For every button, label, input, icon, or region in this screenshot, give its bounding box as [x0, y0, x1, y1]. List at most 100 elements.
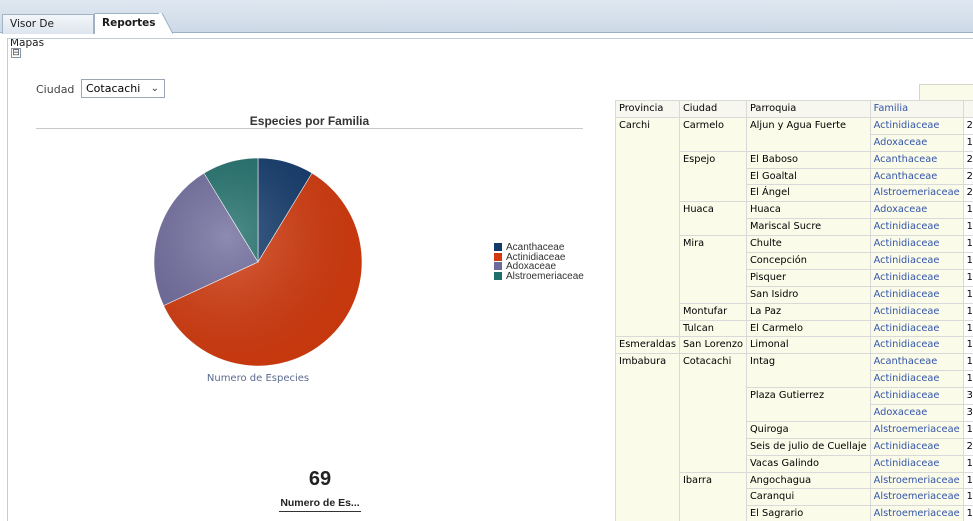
cell-numero-especies: 1: [962, 319, 973, 338]
pie-legend: Acanthaceae Actinidiaceae Adoxaceae Alst…: [494, 243, 584, 281]
cell-familia-link[interactable]: Actinidiaceae: [869, 370, 964, 389]
cell-parroquia: El Baboso: [745, 150, 871, 169]
cell-ciudad: Montufar: [678, 302, 747, 321]
cell-familia-link[interactable]: Adoxaceae: [869, 133, 964, 152]
legend-swatch: [494, 262, 502, 270]
cell-numero-especies: 1: [962, 471, 973, 490]
cell-numero-especies: 1: [962, 353, 973, 372]
cell-numero-especies: 1: [962, 370, 973, 389]
cell-familia-link[interactable]: Adoxaceae: [869, 201, 964, 220]
cell-provincia: Imbabura: [615, 353, 680, 521]
cell-familia-link[interactable]: Actinidiaceae: [869, 319, 964, 338]
legend-swatch: [494, 271, 502, 280]
cell-numero-especies: 1: [962, 488, 973, 507]
cell-provincia: Carchi: [615, 116, 680, 338]
kpi-value: 69: [308, 468, 332, 490]
column-header-ciudad[interactable]: Ciudad: [678, 100, 747, 118]
cell-numero-especies: 2: [962, 167, 973, 186]
cell-familia-link[interactable]: Alstroemeriaceae: [869, 471, 964, 490]
cell-familia-link[interactable]: Alstroemeriaceae: [869, 488, 964, 507]
cell-ciudad: Cotacachi: [678, 353, 747, 473]
column-header-parroquia[interactable]: Parroquia: [745, 100, 871, 118]
cell-parroquia: Concepción: [745, 252, 871, 270]
cell-familia-link[interactable]: Actinidiaceae: [869, 336, 964, 355]
cell-familia-link[interactable]: Actinidiaceae: [869, 387, 964, 406]
pie-chart: [153, 157, 363, 367]
table-header-row: Provincia Ciudad Parroquia Familia: [615, 100, 973, 118]
cell-numero-especies: 1: [962, 505, 973, 521]
cell-familia-link[interactable]: Alstroemeriaceae: [869, 184, 964, 203]
cell-parroquia: San Isidro: [745, 285, 871, 304]
kpi-underline: [279, 511, 361, 512]
cell-ciudad: San Lorenzo: [678, 336, 747, 355]
cell-ciudad: Tulcan: [678, 319, 747, 338]
cell-parroquia: Limonal: [745, 336, 871, 355]
cell-familia-link[interactable]: Actinidiaceae: [869, 252, 964, 270]
cell-parroquia: El Ángel: [745, 184, 871, 203]
cell-parroquia: La Paz: [745, 302, 871, 321]
cell-familia-link[interactable]: Acanthaceae: [869, 150, 964, 169]
tab-visor-de-mapas[interactable]: Visor De Mapas: [2, 14, 94, 49]
cell-familia-link[interactable]: Actinidiaceae: [869, 235, 964, 254]
column-header-provincia[interactable]: Provincia: [615, 100, 680, 118]
table-row: Imbabura Cotacachi Intag Acanthaceae 1: [615, 353, 973, 521]
cell-parroquia: El Goaltal: [745, 167, 871, 186]
cell-familia-link[interactable]: Alstroemeriaceae: [869, 420, 964, 439]
cell-familia-link[interactable]: Actinidiaceae: [869, 218, 964, 237]
cell-familia-link[interactable]: Actinidiaceae: [869, 285, 964, 304]
cell-parroquia: Pisquer: [745, 268, 871, 287]
cell-parroquia: Mariscal Sucre: [745, 218, 871, 237]
report-table: Provincia Ciudad Parroquia Familia Carch…: [615, 100, 973, 521]
kpi-label[interactable]: Numero de Es...: [260, 497, 380, 509]
cell-provincia: Esmeraldas: [615, 336, 680, 355]
cell-parroquia: Chulte: [745, 235, 871, 254]
cell-parroquia: Aljun y Agua Fuerte: [745, 116, 871, 152]
legend-swatch: [494, 252, 502, 261]
tab-bar: Visor De Mapas Reportes: [0, 0, 973, 49]
cell-numero-especies: 2: [962, 184, 973, 203]
cell-numero-especies: 1: [962, 268, 973, 287]
cell-familia-link[interactable]: Actinidiaceae: [869, 302, 964, 321]
cell-familia-link[interactable]: Adoxaceae: [869, 404, 964, 422]
column-header-familia[interactable]: Familia: [869, 100, 964, 118]
legend-swatch: [494, 243, 502, 251]
cell-familia-link[interactable]: Actinidiaceae: [869, 454, 964, 473]
cell-parroquia: Seis de julio de Cuellaje: [745, 437, 871, 456]
cell-parroquia: Quiroga: [745, 420, 871, 439]
ciudad-filter-label: Ciudad: [36, 83, 75, 96]
ciudad-select-value: Cotacachi: [86, 82, 141, 95]
cell-parroquia: Angochagua: [745, 471, 871, 490]
chevron-down-icon: ⌄: [150, 83, 159, 94]
cell-parroquia: El Carmelo: [745, 319, 871, 338]
cell-numero-especies: 2: [962, 116, 973, 135]
legend-label: Alstroemeriaceae: [506, 270, 584, 282]
table-row: Carchi Carmelo Aljun y Agua Fuerte Actinidi…: [615, 116, 973, 338]
cell-ciudad: Mira: [678, 235, 747, 304]
cell-numero-especies: 1: [962, 454, 973, 473]
cell-familia-link[interactable]: Actinidiaceae: [869, 116, 964, 135]
pie-title-divider: [36, 128, 583, 129]
cell-numero-especies: 2: [962, 437, 973, 456]
cell-familia-link[interactable]: Actinidiaceae: [869, 268, 964, 287]
cell-numero-especies: 1: [962, 201, 973, 220]
cell-parroquia: Huaca: [745, 201, 871, 220]
ciudad-select[interactable]: Cotacachi ⌄: [81, 79, 165, 98]
cell-ciudad: Ibarra: [678, 471, 747, 521]
collapse-toggle-icon[interactable]: ⊟: [11, 48, 21, 58]
cell-familia-link[interactable]: Acanthaceae: [869, 353, 964, 372]
cell-familia-link[interactable]: Acanthaceae: [869, 167, 964, 186]
cell-parroquia: Intag: [745, 353, 871, 389]
cell-numero-especies: 1: [962, 235, 973, 254]
cell-numero-especies: 1: [962, 336, 973, 355]
table-row: Esmeraldas San Lorenzo Limonal Actinidiacea…: [615, 336, 973, 355]
cell-numero-especies: 1: [962, 285, 973, 304]
cell-ciudad: Carmelo: [678, 116, 747, 152]
cell-familia-link[interactable]: Alstroemeriaceae: [869, 505, 964, 521]
cell-parroquia: Vacas Galindo: [745, 454, 871, 473]
pie-chart-caption: Numero de Especies: [206, 373, 310, 384]
cell-familia-link[interactable]: Actinidiaceae: [869, 437, 964, 456]
cell-parroquia: Plaza Gutierrez: [745, 387, 871, 422]
column-header-measure: [962, 100, 973, 118]
cell-parroquia: El Sagrario: [745, 505, 871, 521]
pie-chart-title: Especies por Familia: [249, 114, 370, 128]
